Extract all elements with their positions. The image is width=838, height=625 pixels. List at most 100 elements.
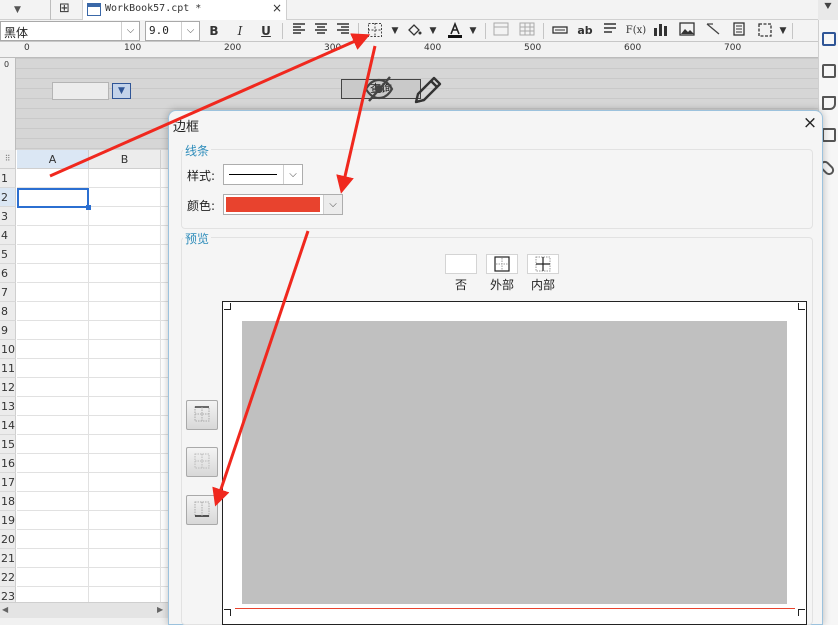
sheet-cell[interactable]	[89, 359, 161, 378]
sheet-cell[interactable]	[89, 492, 161, 511]
wrap-text-button[interactable]	[601, 22, 619, 40]
widget-settings-icon[interactable]	[822, 64, 836, 78]
fill-dropdown-icon[interactable]: ▼	[424, 22, 442, 40]
cell-attributes-icon[interactable]	[822, 32, 836, 46]
row-header[interactable]: 2	[0, 188, 16, 207]
align-right-button[interactable]	[334, 22, 352, 40]
data-binding-icon[interactable]	[822, 128, 836, 142]
sheet-cell[interactable]	[17, 378, 89, 397]
unmerge-cells-button[interactable]	[518, 22, 536, 40]
outer-border-button[interactable]	[486, 254, 518, 274]
sheet-cell[interactable]	[17, 416, 89, 435]
column-header-b[interactable]: B	[89, 150, 161, 169]
sheet-cell[interactable]	[17, 492, 89, 511]
sheet-cell[interactable]	[89, 397, 161, 416]
scroll-left-icon[interactable]: ◀	[2, 605, 8, 614]
align-center-button[interactable]	[312, 22, 330, 40]
row-header[interactable]: 10	[0, 340, 16, 359]
sheet-cell[interactable]	[17, 226, 89, 245]
tab-dropdown-icon[interactable]: ▼	[14, 5, 21, 15]
sheet-cell[interactable]	[89, 340, 161, 359]
row-header[interactable]: 13	[0, 397, 16, 416]
sheet-cell[interactable]	[17, 397, 89, 416]
parameter-combo-dropdown-icon[interactable]: ▼	[112, 83, 131, 99]
sheet-cell[interactable]	[89, 473, 161, 492]
underline-button[interactable]: U	[257, 22, 275, 40]
sheet-cell[interactable]	[89, 302, 161, 321]
sheet-cell[interactable]	[17, 302, 89, 321]
inner-border-button[interactable]	[527, 254, 559, 274]
row-header[interactable]: 15	[0, 435, 16, 454]
row-header[interactable]: 6	[0, 264, 16, 283]
sheet-cell[interactable]	[17, 264, 89, 283]
row-header[interactable]: 18	[0, 492, 16, 511]
row-header[interactable]: 12	[0, 378, 16, 397]
sheet-cell[interactable]	[89, 454, 161, 473]
top-border-button[interactable]	[186, 400, 218, 430]
sheet-cell[interactable]	[89, 245, 161, 264]
sheet-cell[interactable]	[17, 511, 89, 530]
fill-handle[interactable]	[86, 205, 91, 210]
line-style-select[interactable]: ⌵	[223, 164, 303, 185]
sheet-cell[interactable]	[89, 435, 161, 454]
text-button[interactable]: ab	[576, 22, 594, 40]
sheet-cell[interactable]	[89, 568, 161, 587]
merge-cells-button[interactable]	[492, 22, 510, 40]
row-header[interactable]: 14	[0, 416, 16, 435]
text-field-button[interactable]	[551, 22, 569, 40]
row-header[interactable]: 22	[0, 568, 16, 587]
chevron-down-icon[interactable]: ⌵	[283, 165, 302, 184]
row-header[interactable]: 3	[0, 207, 16, 226]
horizontal-inner-border-button[interactable]	[186, 447, 218, 477]
row-header[interactable]: 17	[0, 473, 16, 492]
row-header[interactable]: 11	[0, 359, 16, 378]
grid-layout-icon[interactable]: ⊞	[59, 2, 73, 16]
sheet-cell[interactable]	[89, 378, 161, 397]
sheet-cell[interactable]	[17, 359, 89, 378]
image-button[interactable]	[678, 22, 696, 40]
row-header[interactable]: 8	[0, 302, 16, 321]
chevron-down-icon[interactable]: ⌵	[121, 22, 139, 40]
fill-color-button[interactable]	[405, 22, 423, 40]
line-color-select[interactable]: ⌵	[223, 194, 343, 215]
sheet-cell[interactable]	[89, 188, 161, 207]
slash-button[interactable]	[704, 22, 722, 40]
row-header[interactable]: 1	[0, 169, 16, 188]
sheet-cell[interactable]	[17, 340, 89, 359]
font-family-select[interactable]: 黑体 ⌵	[0, 21, 140, 41]
parameter-combo-widget[interactable]	[52, 82, 109, 100]
sheet-cell[interactable]	[17, 530, 89, 549]
formula-button[interactable]: F(x)	[624, 22, 648, 40]
sheet-cell[interactable]	[17, 169, 89, 188]
pencil-icon[interactable]	[410, 74, 444, 108]
chevron-down-icon[interactable]: ⌵	[181, 22, 199, 40]
sheet-cell[interactable]	[89, 207, 161, 226]
sheet-cell[interactable]	[17, 454, 89, 473]
close-tab-icon[interactable]: ×	[272, 1, 282, 15]
sheet-cell[interactable]	[17, 568, 89, 587]
sheet-cell[interactable]	[17, 245, 89, 264]
bold-button[interactable]: B	[205, 22, 223, 40]
sheet-cell[interactable]	[17, 321, 89, 340]
font-size-select[interactable]: 9.0 ⌵	[145, 21, 200, 41]
active-cell-a2[interactable]	[17, 188, 89, 208]
sheet-cell[interactable]	[89, 226, 161, 245]
sheet-cell[interactable]	[89, 283, 161, 302]
condition-attributes-icon[interactable]	[822, 96, 836, 110]
no-border-button[interactable]	[445, 254, 477, 274]
row-header[interactable]: 9	[0, 321, 16, 340]
eye-slash-icon[interactable]	[364, 74, 394, 104]
sheet-cell[interactable]	[17, 473, 89, 492]
sheet-cell[interactable]	[89, 321, 161, 340]
chart-button[interactable]	[652, 22, 670, 40]
chevron-down-icon[interactable]: ⌵	[323, 195, 342, 214]
row-header[interactable]: 16	[0, 454, 16, 473]
sheet-cell[interactable]	[17, 207, 89, 226]
row-header[interactable]: 7	[0, 283, 16, 302]
sheet-cell[interactable]	[89, 169, 161, 188]
sheet-cell[interactable]	[17, 435, 89, 454]
spreadsheet-grid[interactable]: ⠿ A B 1 2 3 4 5 6 7 8 9 10 11 12 13 14 15 16 17 18 19 20 21 2…	[0, 150, 171, 620]
sheet-cell[interactable]	[17, 283, 89, 302]
column-header-a[interactable]: A	[17, 150, 89, 169]
italic-button[interactable]: I	[231, 22, 249, 40]
